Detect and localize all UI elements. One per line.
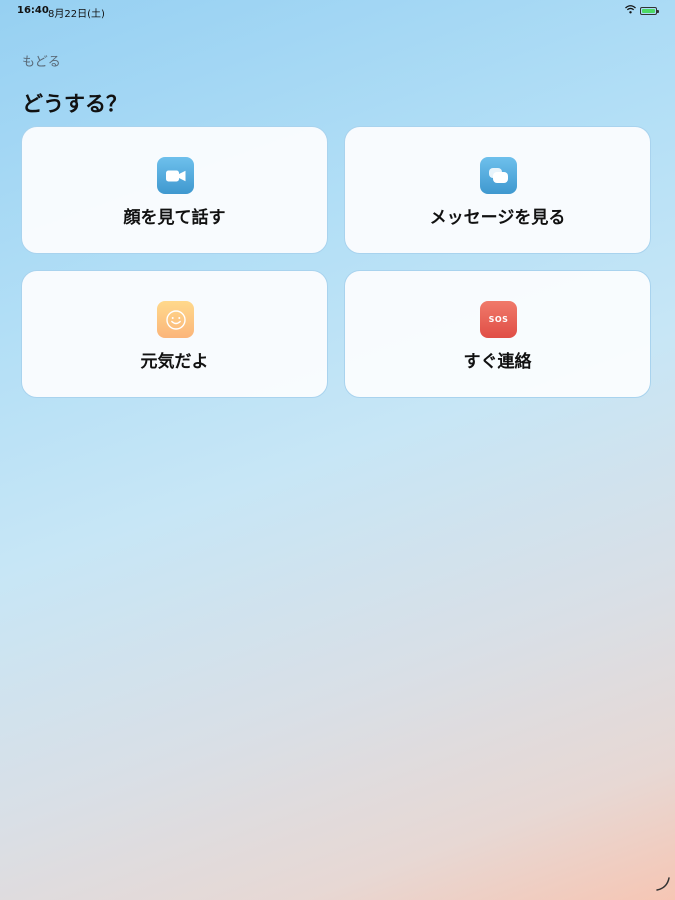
status-date: 8月22日(土) bbox=[48, 9, 105, 20]
wifi-icon bbox=[625, 5, 636, 17]
status-time: 16:40 bbox=[17, 5, 49, 16]
battery-charging-icon bbox=[640, 7, 659, 15]
sos-icon: SOS bbox=[480, 301, 517, 338]
urgent-contact-card[interactable]: SOS すぐ連絡 bbox=[344, 270, 651, 398]
video-call-card[interactable]: 顔を見て話す bbox=[21, 126, 328, 254]
status-icons bbox=[625, 5, 659, 17]
im-fine-label: 元気だよ bbox=[140, 352, 209, 372]
smiley-face-icon bbox=[157, 301, 194, 338]
status-bar: 16:40 8月22日(土) bbox=[0, 0, 675, 22]
video-call-label: 顔を見て話す bbox=[123, 208, 226, 228]
messages-card[interactable]: メッセージを見る bbox=[344, 126, 651, 254]
video-camera-icon bbox=[157, 157, 194, 194]
sos-icon-text: SOS bbox=[488, 315, 509, 324]
back-button[interactable]: もどる bbox=[22, 51, 61, 70]
messages-label: メッセージを見る bbox=[429, 208, 566, 228]
resize-corner-icon bbox=[655, 876, 671, 896]
urgent-contact-label: すぐ連絡 bbox=[463, 352, 532, 372]
page-title: どうする？ bbox=[22, 92, 127, 116]
im-fine-card[interactable]: 元気だよ bbox=[21, 270, 328, 398]
chat-bubbles-icon bbox=[480, 157, 517, 194]
